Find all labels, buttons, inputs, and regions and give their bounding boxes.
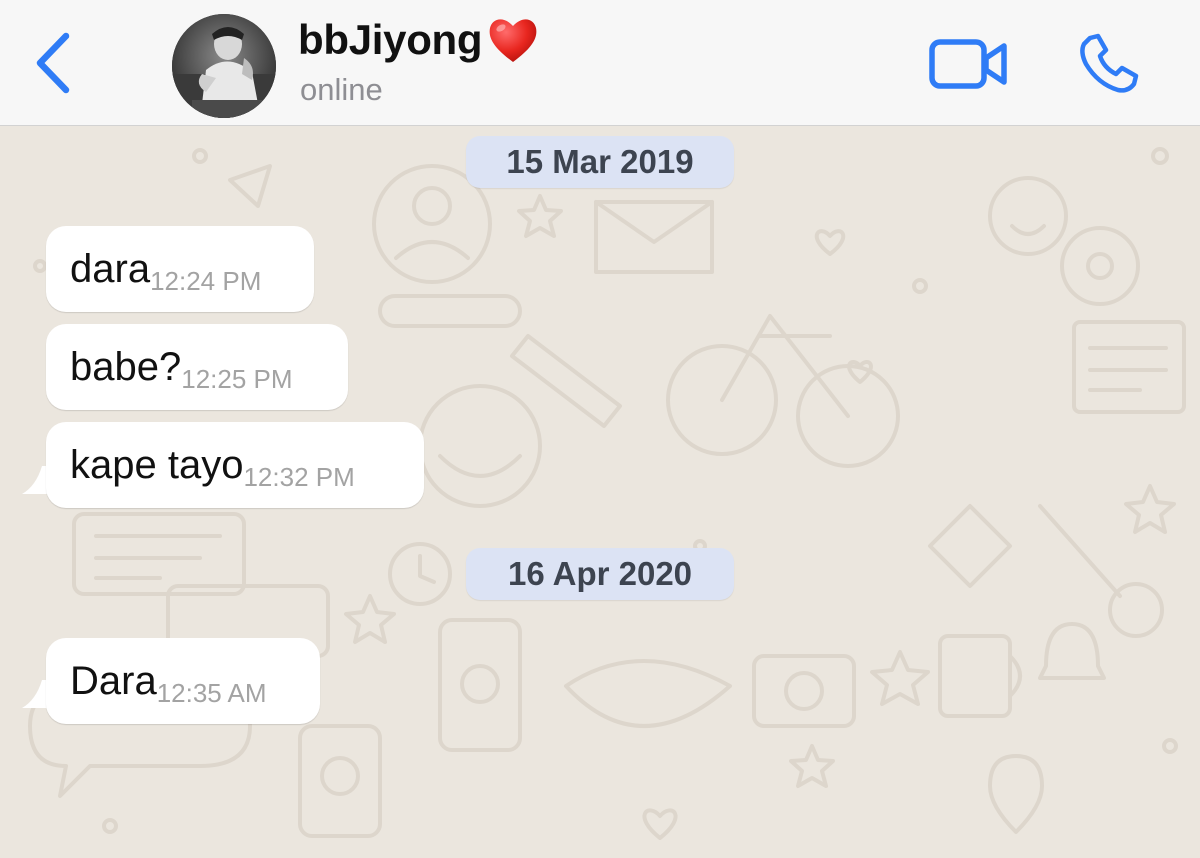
incoming-message-bubble[interactable]: babe?12:25 PM <box>46 324 348 410</box>
incoming-message-bubble[interactable]: dara12:24 PM <box>46 226 314 312</box>
message-text: babe? <box>70 345 182 389</box>
incoming-message-bubble[interactable]: Dara12:35 AM <box>46 638 320 724</box>
chat-area[interactable]: 15 Mar 2019 16 Apr 2020 dara12:24 PM bab… <box>0 126 1200 858</box>
incoming-message-bubble[interactable]: kape tayo12:32 PM <box>46 422 424 508</box>
video-call-button[interactable] <box>928 36 1010 92</box>
message-timestamp: 12:32 PM <box>243 462 355 492</box>
back-button[interactable] <box>30 30 80 96</box>
phone-icon <box>1080 33 1139 93</box>
voice-call-button[interactable] <box>1076 32 1140 96</box>
chat-header: bbJiyong online <box>0 0 1200 126</box>
contact-name[interactable]: bbJiyong <box>298 16 540 66</box>
contact-name-text: bbJiyong <box>298 16 483 63</box>
message-timestamp: 12:24 PM <box>150 266 262 296</box>
chevron-left-icon <box>36 32 70 94</box>
message-text: dara <box>70 247 151 291</box>
contact-status: online <box>300 72 383 107</box>
avatar[interactable] <box>172 14 276 118</box>
heart-icon <box>489 19 537 62</box>
message-timestamp: 12:35 AM <box>156 678 267 708</box>
date-separator: 16 Apr 2020 <box>466 548 734 600</box>
message-text: kape tayo <box>70 443 244 487</box>
message-text: Dara <box>70 659 157 703</box>
message-timestamp: 12:25 PM <box>181 364 293 394</box>
video-camera-icon <box>929 39 1007 89</box>
date-separator: 15 Mar 2019 <box>466 136 734 188</box>
